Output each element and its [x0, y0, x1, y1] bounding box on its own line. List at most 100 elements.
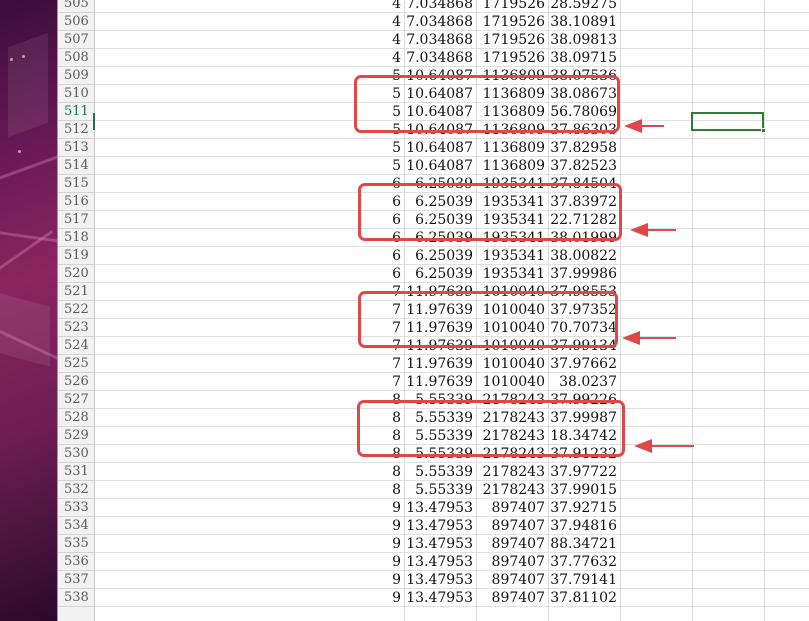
cell-b[interactable]: 6.25039 [404, 265, 476, 283]
cell-d[interactable]: 37.97662 [548, 355, 620, 373]
row-number[interactable]: 512 [58, 121, 95, 139]
cell-b[interactable]: 7.034868 [404, 0, 476, 13]
cell-b[interactable]: 10.64087 [404, 139, 476, 157]
row-number[interactable]: 513 [58, 139, 95, 157]
cell-d[interactable]: 37.92715 [548, 499, 620, 517]
cell-a[interactable]: 5 [332, 139, 404, 157]
row-number[interactable]: 534 [58, 517, 95, 535]
cell-a[interactable]: 8 [332, 463, 404, 481]
cell-c[interactable]: 1719526 [476, 0, 548, 13]
row-number[interactable]: 506 [58, 13, 95, 31]
cell-a[interactable]: 9 [332, 499, 404, 517]
row-number[interactable]: 536 [58, 553, 95, 571]
cell-a[interactable]: 4 [332, 31, 404, 49]
cell-b[interactable]: 13.47953 [404, 517, 476, 535]
cell-a[interactable]: 6 [332, 265, 404, 283]
cell-c[interactable]: 2178243 [476, 481, 548, 499]
row-number[interactable]: 525 [58, 355, 95, 373]
cell-c[interactable]: 1935341 [476, 265, 548, 283]
row-number[interactable]: 521 [58, 283, 95, 301]
cell-d[interactable]: 37.82523 [548, 157, 620, 175]
row-number[interactable]: 516 [58, 193, 95, 211]
row-number[interactable]: 514 [58, 157, 95, 175]
row-number[interactable]: 505 [58, 0, 95, 13]
cell-c[interactable]: 1719526 [476, 13, 548, 31]
fill-handle[interactable] [761, 128, 766, 133]
cell-c[interactable]: 897407 [476, 589, 548, 607]
cell-b[interactable]: 10.64087 [404, 157, 476, 175]
cell-b[interactable]: 5.55339 [404, 481, 476, 499]
cell-d[interactable]: 38.09813 [548, 31, 620, 49]
cell-d[interactable]: 37.99015 [548, 481, 620, 499]
row-number[interactable]: 535 [58, 535, 95, 553]
cell-d[interactable]: 37.97722 [548, 463, 620, 481]
cell-d[interactable]: 38.0237 [548, 373, 620, 391]
cell-c[interactable]: 1935341 [476, 247, 548, 265]
row-number[interactable]: 517 [58, 211, 95, 229]
row-number[interactable]: 531 [58, 463, 95, 481]
cell-a[interactable]: 9 [332, 553, 404, 571]
row-number[interactable]: 527 [58, 391, 95, 409]
cell-a[interactable]: 7 [332, 373, 404, 391]
cell-a[interactable]: 9 [332, 589, 404, 607]
row-number[interactable]: 523 [58, 319, 95, 337]
cell-d[interactable]: 88.34721 [548, 535, 620, 553]
cell-a[interactable]: 9 [332, 571, 404, 589]
cell-d[interactable]: 38.10891 [548, 13, 620, 31]
cell-c[interactable]: 1136809 [476, 139, 548, 157]
row-number[interactable]: 522 [58, 301, 95, 319]
cell-c[interactable]: 1719526 [476, 31, 548, 49]
row-number[interactable]: 538 [58, 589, 95, 607]
cell-d[interactable]: 38.09715 [548, 49, 620, 67]
cell-b[interactable]: 7.034868 [404, 31, 476, 49]
row-number[interactable]: 529 [58, 427, 95, 445]
cell-d[interactable]: 37.79141 [548, 571, 620, 589]
row-number[interactable]: 507 [58, 31, 95, 49]
row-number[interactable]: 511 [58, 103, 95, 121]
cell-b[interactable]: 13.47953 [404, 499, 476, 517]
cell-c[interactable]: 1719526 [476, 49, 548, 67]
cell-c[interactable]: 897407 [476, 499, 548, 517]
cell-c[interactable]: 897407 [476, 517, 548, 535]
cell-b[interactable]: 7.034868 [404, 13, 476, 31]
row-number[interactable]: 515 [58, 175, 95, 193]
cell-d[interactable]: 38.00822 [548, 247, 620, 265]
row-number[interactable]: 518 [58, 229, 95, 247]
cell-d[interactable]: 28.59275 [548, 0, 620, 13]
cell-b[interactable]: 13.47953 [404, 571, 476, 589]
cell-b[interactable]: 13.47953 [404, 535, 476, 553]
cell-c[interactable]: 1010040 [476, 355, 548, 373]
cell-a[interactable]: 9 [332, 517, 404, 535]
cell-a[interactable]: 4 [332, 0, 404, 13]
cell-d[interactable]: 37.82958 [548, 139, 620, 157]
row-number[interactable]: 519 [58, 247, 95, 265]
row-number[interactable]: 526 [58, 373, 95, 391]
cell-a[interactable]: 6 [332, 247, 404, 265]
cell-d[interactable]: 37.77632 [548, 553, 620, 571]
cell-b[interactable]: 5.55339 [404, 463, 476, 481]
cell-a[interactable]: 4 [332, 49, 404, 67]
row-number[interactable]: 510 [58, 85, 95, 103]
row-number[interactable]: 532 [58, 481, 95, 499]
cell-c[interactable]: 2178243 [476, 463, 548, 481]
cell-b[interactable]: 11.97639 [404, 373, 476, 391]
cell-d[interactable]: 37.99986 [548, 265, 620, 283]
cell-d[interactable]: 37.94816 [548, 517, 620, 535]
cell-c[interactable]: 897407 [476, 571, 548, 589]
cell-c[interactable]: 1136809 [476, 157, 548, 175]
row-number[interactable]: 530 [58, 445, 95, 463]
cell-b[interactable]: 7.034868 [404, 49, 476, 67]
cell-a[interactable]: 4 [332, 13, 404, 31]
row-number[interactable]: 528 [58, 409, 95, 427]
cell-b[interactable]: 6.25039 [404, 247, 476, 265]
cell-c[interactable]: 897407 [476, 535, 548, 553]
cell-b[interactable]: 13.47953 [404, 589, 476, 607]
cell-c[interactable]: 1010040 [476, 373, 548, 391]
row-number[interactable]: 537 [58, 571, 95, 589]
cell-a[interactable]: 5 [332, 157, 404, 175]
cell-c[interactable]: 897407 [476, 553, 548, 571]
row-number[interactable]: 524 [58, 337, 95, 355]
cell-b[interactable]: 13.47953 [404, 553, 476, 571]
cell-a[interactable]: 7 [332, 355, 404, 373]
cell-a[interactable]: 8 [332, 481, 404, 499]
